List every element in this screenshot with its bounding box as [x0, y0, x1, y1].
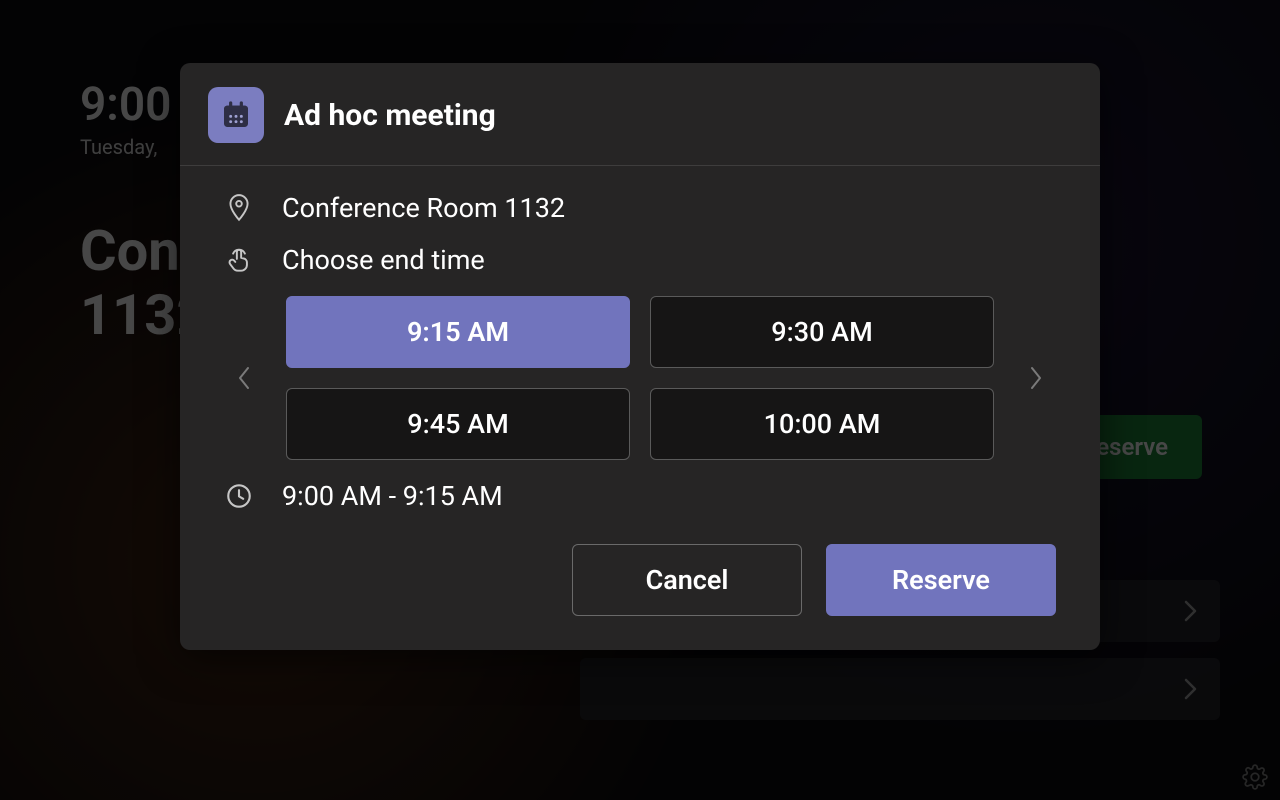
time-options-grid: 9:15 AM 9:30 AM 9:45 AM 10:00 AM	[276, 296, 1004, 460]
room-row: Conference Room 1132	[224, 192, 1056, 224]
prev-times-button[interactable]	[224, 328, 264, 428]
cancel-button-label: Cancel	[646, 564, 729, 596]
dialog-title: Ad hoc meeting	[284, 98, 496, 133]
calendar-icon	[208, 87, 264, 143]
time-option-label: 9:30 AM	[771, 316, 872, 348]
choose-end-row: Choose end time	[224, 244, 1056, 276]
time-option[interactable]: 9:30 AM	[650, 296, 994, 368]
clock-icon	[224, 482, 254, 510]
time-option-label: 9:45 AM	[407, 408, 508, 440]
reserve-button[interactable]: Reserve	[826, 544, 1056, 616]
adhoc-meeting-dialog: Ad hoc meeting Conference Room 1132 Choo…	[180, 63, 1100, 650]
time-option-label: 9:15 AM	[407, 316, 509, 348]
room-name-value: Conference Room 1132	[282, 192, 565, 224]
chevron-right-icon	[1028, 364, 1044, 392]
choose-end-label: Choose end time	[282, 244, 485, 276]
next-times-button[interactable]	[1016, 328, 1056, 428]
chevron-left-icon	[236, 364, 252, 392]
time-range-row: 9:00 AM - 9:15 AM	[224, 480, 1056, 512]
location-icon	[224, 193, 254, 223]
time-option[interactable]: 10:00 AM	[650, 388, 994, 460]
dialog-header: Ad hoc meeting	[180, 63, 1100, 166]
reserve-button-label: Reserve	[892, 564, 990, 596]
time-range-value: 9:00 AM - 9:15 AM	[282, 480, 503, 512]
dialog-footer: Cancel Reserve	[180, 524, 1100, 650]
cancel-button[interactable]: Cancel	[572, 544, 802, 616]
time-picker: 9:15 AM 9:30 AM 9:45 AM 10:00 AM	[224, 296, 1056, 460]
time-option-label: 10:00 AM	[764, 408, 881, 440]
tap-icon	[224, 245, 254, 275]
time-option[interactable]: 9:45 AM	[286, 388, 630, 460]
time-option[interactable]: 9:15 AM	[286, 296, 630, 368]
